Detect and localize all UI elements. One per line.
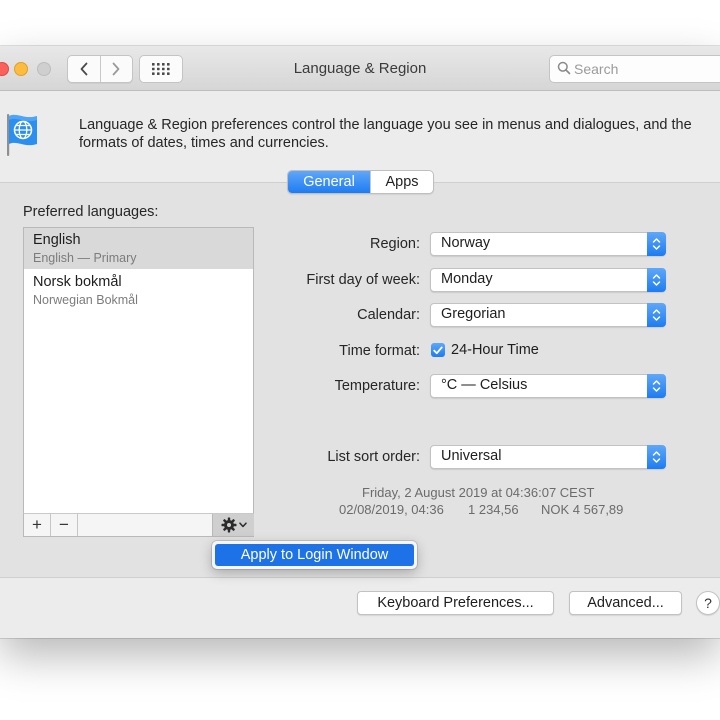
popup-arrows-icon [647,232,666,256]
help-button[interactable]: ? [696,591,720,615]
title-bar: Language & Region [0,46,720,91]
calendar-label: Calendar: [357,307,420,323]
language-list[interactable]: English English — Primary Norsk bokmål N… [23,227,254,515]
preferred-languages-label: Preferred languages: [23,204,159,220]
checkmark-icon [433,346,443,354]
sample-short-date: 02/08/2019, 04:36 [339,502,444,517]
24-hour-time-checkbox[interactable] [431,343,445,357]
language-item-norsk[interactable]: Norsk bokmål Norwegian Bokmål [24,270,253,311]
24-hour-time-label[interactable]: 24-Hour Time [451,342,539,358]
add-language-button[interactable]: + [24,514,51,536]
first-day-popup[interactable]: Monday [430,268,666,292]
action-menu-button[interactable] [212,514,254,536]
calendar-popup[interactable]: Gregorian [430,303,666,327]
preferences-window: Language & Region Language & Region pref… [0,46,720,638]
popup-arrows-icon [647,445,666,469]
tab-apps[interactable]: Apps [370,171,433,193]
search-icon [557,61,571,75]
language-subtitle: Norwegian Bokmål [33,293,138,307]
sort-order-popup[interactable]: Universal [430,445,666,469]
sort-order-label: List sort order: [327,449,420,465]
language-name: English [33,232,81,248]
search-field[interactable] [549,55,720,83]
time-format-label: Time format: [339,343,420,359]
action-menu: Apply to Login Window [212,541,417,569]
sample-number: 1 234,56 [468,502,519,517]
language-list-toolbar: + − [23,513,254,537]
first-day-label: First day of week: [306,272,420,288]
region-label: Region: [370,236,420,252]
apply-to-login-window-item[interactable]: Apply to Login Window [215,544,414,566]
language-name: Norsk bokmål [33,274,122,290]
add-icon: + [32,515,42,534]
keyboard-preferences-button[interactable]: Keyboard Preferences... [357,591,554,615]
remove-icon: − [59,515,69,534]
tab-general[interactable]: General [288,171,370,193]
sort-order-value: Universal [441,448,502,464]
region-value: Norway [441,235,491,251]
search-input[interactable] [574,56,720,82]
language-item-english[interactable]: English English — Primary [24,228,253,269]
advanced-button[interactable]: Advanced... [569,591,682,615]
tab-bar: General Apps [287,170,434,194]
calendar-value: Gregorian [441,306,506,322]
pane-description: Language & Region preferences control th… [79,117,692,151]
sample-currency: NOK 4 567,89 [541,502,624,517]
popup-arrows-icon [647,303,666,327]
flag-globe-icon [7,114,37,156]
region-popup[interactable]: Norway [430,232,666,256]
first-day-value: Monday [441,271,493,287]
temperature-value: °C — Celsius [441,377,528,393]
temperature-label: Temperature: [334,378,420,394]
gear-icon [221,517,236,533]
sample-long-date: Friday, 2 August 2019 at 04:36:07 CEST [362,485,595,500]
remove-language-button[interactable]: − [51,514,78,536]
chevron-down-icon [238,522,247,528]
language-subtitle: English — Primary [33,251,137,265]
popup-arrows-icon [647,268,666,292]
popup-arrows-icon [647,374,666,398]
temperature-popup[interactable]: °C — Celsius [430,374,666,398]
